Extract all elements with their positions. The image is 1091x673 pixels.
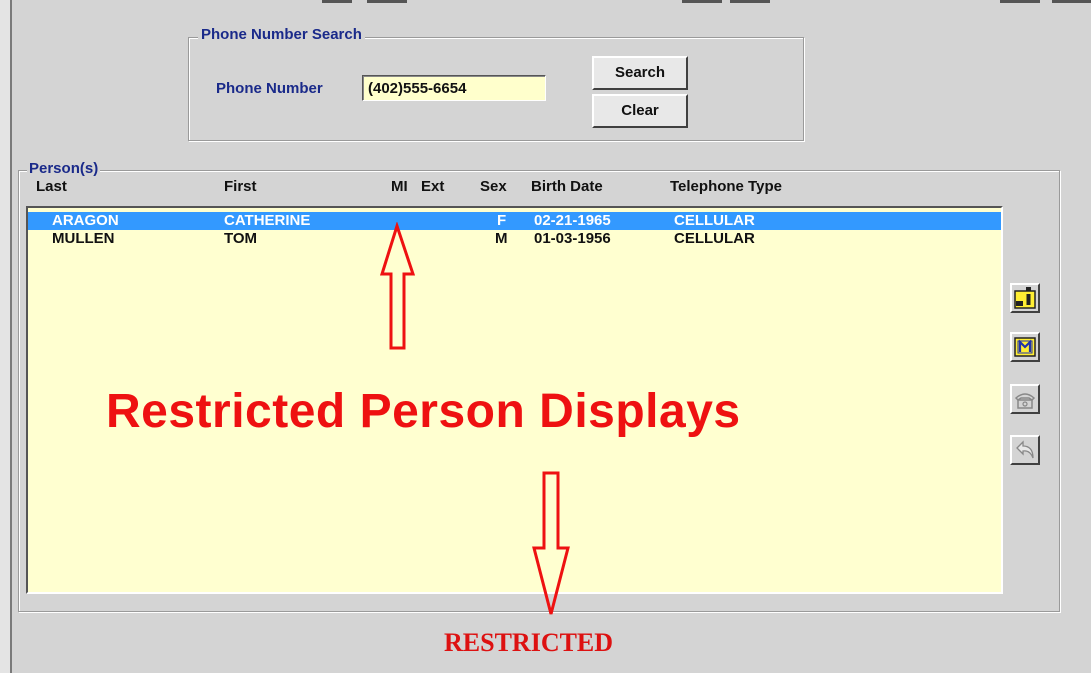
cell-sex: F (497, 212, 507, 229)
cell-birth-date: 01-03-1956 (534, 230, 611, 247)
telephone-button[interactable] (1010, 384, 1040, 414)
up-arrow-annotation (379, 222, 416, 350)
cell-first: TOM (224, 230, 258, 247)
person-row[interactable]: ARAGON CATHERINE F 02-21-1965 CELLULAR (28, 212, 1001, 230)
cell-birth-date: 02-21-1965 (534, 212, 611, 229)
cell-telephone-type: CELLULAR (674, 230, 755, 247)
column-header-birth-date[interactable]: Birth Date (531, 178, 603, 195)
window-left-edge (0, 0, 12, 673)
cell-last: ARAGON (52, 212, 119, 229)
top-toolbar-remnant (12, 0, 1091, 4)
column-header-mi[interactable]: MI (391, 178, 408, 195)
phone-number-label: Phone Number (216, 80, 323, 97)
cell-first: CATHERINE (224, 212, 311, 229)
cell-sex: M (495, 230, 508, 247)
persons-legend: Person(s) (27, 160, 101, 177)
person-info-icon (1014, 287, 1036, 309)
person-info-button[interactable] (1010, 283, 1040, 313)
column-header-telephone-type[interactable]: Telephone Type (670, 178, 782, 195)
search-button[interactable]: Search (592, 56, 688, 90)
back-arrow-icon (1016, 440, 1034, 459)
column-header-last[interactable]: Last (36, 178, 67, 195)
back-button[interactable] (1010, 435, 1040, 465)
clear-button[interactable]: Clear (592, 94, 688, 128)
column-header-sex[interactable]: Sex (480, 178, 507, 195)
telephone-icon (1014, 393, 1036, 409)
restricted-label: RESTRICTED (444, 628, 614, 657)
phone-search-legend: Phone Number Search (198, 26, 365, 43)
cell-last: MULLEN (52, 230, 115, 247)
restricted-person-displays-annotation: Restricted Person Displays (106, 385, 741, 438)
m-icon (1014, 337, 1036, 357)
phone-number-input[interactable] (362, 75, 546, 101)
person-row[interactable]: MULLEN TOM M 01-03-1956 CELLULAR (28, 230, 1001, 248)
cell-telephone-type: CELLULAR (674, 212, 755, 229)
column-header-first[interactable]: First (224, 178, 257, 195)
m-button[interactable] (1010, 332, 1040, 362)
down-arrow-annotation (532, 471, 570, 615)
column-header-ext[interactable]: Ext (421, 178, 444, 195)
